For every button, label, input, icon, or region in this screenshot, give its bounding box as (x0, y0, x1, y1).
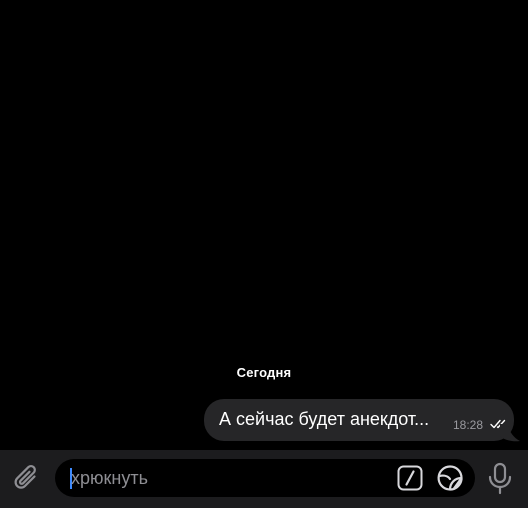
sticker-icon[interactable] (436, 464, 464, 492)
date-separator: Сегодня (236, 365, 292, 380)
paperclip-icon[interactable] (12, 463, 44, 495)
chat-history[interactable]: Сегодня А сейчас будет анекдот... 18:28 (0, 0, 528, 450)
slash-command-icon[interactable] (397, 465, 423, 491)
message-bubble[interactable]: А сейчас будет анекдот... 18:28 (204, 399, 514, 441)
message-text: А сейчас будет анекдот... (219, 409, 430, 429)
message-input-placeholder: хрюкнуть (71, 468, 148, 488)
bubble-tail (500, 424, 522, 442)
message-composer: хрюкнуть (0, 450, 528, 508)
message-input[interactable]: хрюкнуть (55, 459, 475, 497)
message-time: 18:28 (453, 418, 484, 432)
microphone-icon[interactable] (487, 462, 513, 496)
